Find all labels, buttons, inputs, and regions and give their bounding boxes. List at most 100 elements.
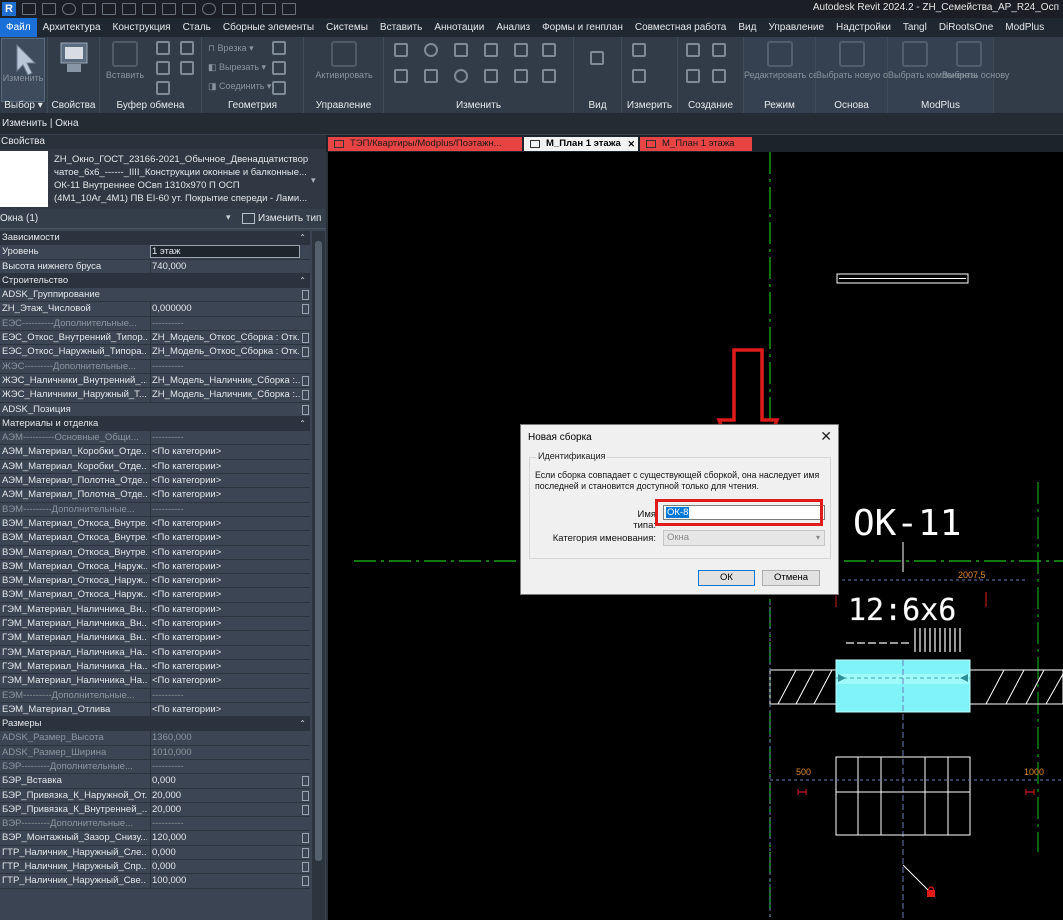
type-selector[interactable]: ZH_Окно_ГОСТ_23166-2021_Обычное_Двенадца… [0, 149, 326, 213]
property-row[interactable]: АЭМ_Материал_Полотна_Отде... <По категори… [0, 474, 310, 489]
property-value[interactable]: <По категории> [150, 459, 300, 474]
dimension-icon[interactable] [162, 3, 176, 15]
paste-label[interactable]: Вставить [104, 70, 146, 81]
property-value[interactable]: <По категории> [150, 445, 300, 460]
collapse-icon[interactable]: ⌃ [299, 717, 306, 731]
property-row[interactable]: ВЭР---------Дополнительные... ---------- [0, 817, 310, 832]
property-value[interactable]: 0,000 [150, 774, 300, 789]
property-value[interactable]: ZH_Модель_Откос_Сборка : Отк... [150, 331, 300, 346]
pick-components-label[interactable]: Выбрать компоненты [888, 70, 977, 81]
property-row[interactable]: ВЭМ_Материал_Откоса_Внутре... <По категор… [0, 516, 310, 532]
modify-button[interactable]: Изменить [1, 38, 45, 102]
property-row[interactable]: ВЭМ_Материал_Откоса_Наруж... <По категори… [0, 588, 310, 603]
property-row[interactable]: АЭМ_Материал_Коробки_Отде... <По категори… [0, 459, 310, 475]
ribbon-tab-13[interactable]: Надстройки [830, 18, 897, 37]
property-value[interactable]: ---------- [150, 502, 300, 517]
join-button[interactable]: ◨ Соединить ▾ [208, 81, 271, 92]
property-value[interactable]: <По категории> [150, 645, 300, 660]
property-value[interactable]: <По категории> [150, 602, 300, 617]
view-override-icon[interactable] [590, 51, 604, 65]
property-category[interactable]: Зависимости ⌃ [0, 231, 310, 246]
measure-icon[interactable] [142, 3, 156, 15]
associate-parameter-icon[interactable] [302, 790, 309, 801]
scale-icon[interactable] [542, 69, 556, 83]
property-row[interactable]: Уровень 1 этаж [0, 245, 310, 260]
associate-parameter-icon[interactable] [302, 776, 309, 787]
trim-icon[interactable] [484, 69, 498, 83]
split-icon[interactable] [514, 43, 528, 57]
property-row[interactable]: ЕЭМ---------Дополнительные... ---------- [0, 688, 310, 703]
property-value[interactable]: 20,000 [150, 788, 300, 803]
redo-icon[interactable] [102, 3, 116, 15]
view-tab-floor-plan[interactable]: М_План 1 этажа [640, 137, 752, 151]
property-value[interactable]: ---------- [150, 759, 300, 774]
instance-filter-dropdown[interactable]: Окна (1) [0, 213, 38, 224]
undo-icon[interactable] [82, 3, 96, 15]
property-row[interactable]: ЖЭС_Наличники_Наружный_Т... ZH_Модель_Нал… [0, 388, 310, 403]
property-value[interactable]: 1010,000 [150, 745, 300, 760]
demolish-icon[interactable] [272, 81, 286, 95]
match-type-icon[interactable] [156, 81, 170, 95]
property-value[interactable]: <По категории> [150, 674, 300, 689]
property-row[interactable]: ЕЭС----------Дополнительные... ---------- [0, 316, 310, 332]
property-value[interactable]: <По категории> [150, 631, 300, 646]
ribbon-tab-6[interactable]: Вставить [374, 18, 428, 37]
property-value[interactable]: <По категории> [150, 474, 300, 489]
property-row[interactable]: ЖЭС---------Дополнительные... ---------- [0, 359, 310, 374]
property-row[interactable]: ГЭМ_Материал_Наличника_На... <По категори… [0, 645, 310, 660]
property-row[interactable]: АЭМ----------Основные_Общи... ---------- [0, 431, 310, 446]
ribbon-tab-8[interactable]: Анализ [490, 18, 536, 37]
property-value[interactable]: 740,000 [150, 259, 300, 274]
property-value[interactable]: <По категории> [150, 531, 300, 546]
view-tab-floor-plan-current[interactable]: М_План 1 этажа ✕ [524, 137, 638, 151]
associate-parameter-icon[interactable] [302, 390, 309, 401]
property-value[interactable]: ---------- [150, 817, 300, 832]
associate-parameter-icon[interactable] [302, 862, 309, 873]
associate-parameter-icon[interactable] [302, 847, 309, 858]
edit-type-button[interactable]: Изменить тип [240, 211, 325, 227]
ribbon-tab-12[interactable]: Управление [762, 18, 830, 37]
mirror-axis-icon[interactable] [454, 43, 468, 57]
activate-icon[interactable] [331, 41, 357, 67]
activate-label[interactable]: Активировать [308, 70, 380, 81]
thin-lines-icon[interactable] [242, 3, 256, 15]
pick-host-label[interactable]: Выбрать основу [942, 70, 1009, 81]
mirror-draw-icon[interactable] [484, 43, 498, 57]
property-value[interactable]: 0,000 [150, 845, 300, 860]
associate-parameter-icon[interactable] [302, 876, 309, 887]
view-tab-tep[interactable]: ТЭП/Квартиры/Modplus/Поэтажн... [328, 137, 522, 151]
property-value[interactable]: <По категории> [150, 617, 300, 632]
property-row[interactable]: ГЭМ_Материал_Наличника_Вн... <По категори… [0, 631, 310, 646]
scrollbar-thumb[interactable] [315, 241, 322, 861]
chevron-down-icon[interactable]: ▾ [226, 212, 231, 223]
property-row[interactable]: БЭР---------Дополнительные... ---------- [0, 759, 310, 775]
property-row[interactable]: БЭР_Привязка_К_Внутренней_... 20,000 [0, 802, 310, 818]
ribbon-tab-2[interactable]: Конструкция [107, 18, 177, 37]
property-value[interactable]: 100,000 [150, 874, 300, 889]
property-row[interactable]: ГЭМ_Материал_Наличника_Вн... <По категори… [0, 602, 310, 618]
associate-parameter-icon[interactable] [302, 404, 309, 415]
ribbon-tab-4[interactable]: Сборные элементы [217, 18, 320, 37]
property-value[interactable]: 20,000 [150, 802, 300, 817]
property-row[interactable]: ГЭМ_Материал_Наличника_На... <По категори… [0, 659, 310, 675]
dimension-tool-icon[interactable] [632, 69, 646, 83]
property-row[interactable]: ВЭМ_Материал_Откоса_Внутре... <По категор… [0, 545, 310, 560]
save-icon[interactable] [42, 3, 56, 15]
array-icon[interactable] [514, 69, 528, 83]
3d-view-icon[interactable] [202, 3, 216, 15]
property-row[interactable]: ZH_Этаж_Числовой 0,000000 [0, 302, 310, 317]
pick-new-host-label[interactable]: Выбрать новую основу [816, 70, 912, 81]
property-row[interactable]: АЭМ_Материал_Полотна_Отде... <По категори… [0, 488, 310, 503]
property-value[interactable]: <По категории> [150, 588, 300, 603]
edit-family-icon[interactable] [767, 41, 793, 67]
ribbon-tab-0[interactable]: Файл [0, 18, 37, 37]
create-group-icon[interactable] [712, 69, 726, 83]
create-assembly-icon[interactable] [686, 69, 700, 83]
edit-family-label[interactable]: Редактировать семейство [744, 70, 853, 81]
copy-icon[interactable] [156, 61, 170, 75]
property-row[interactable]: БЭР_Привязка_К_Наружной_От... 20,000 [0, 788, 310, 803]
property-row[interactable]: ГЭМ_Материал_Наличника_Вн... <По категори… [0, 617, 310, 632]
ribbon-tab-7[interactable]: Аннотации [428, 18, 490, 37]
panel-label-select[interactable]: Выбор ▾ [0, 100, 47, 111]
ribbon-tab-14[interactable]: Tangl [897, 18, 933, 37]
